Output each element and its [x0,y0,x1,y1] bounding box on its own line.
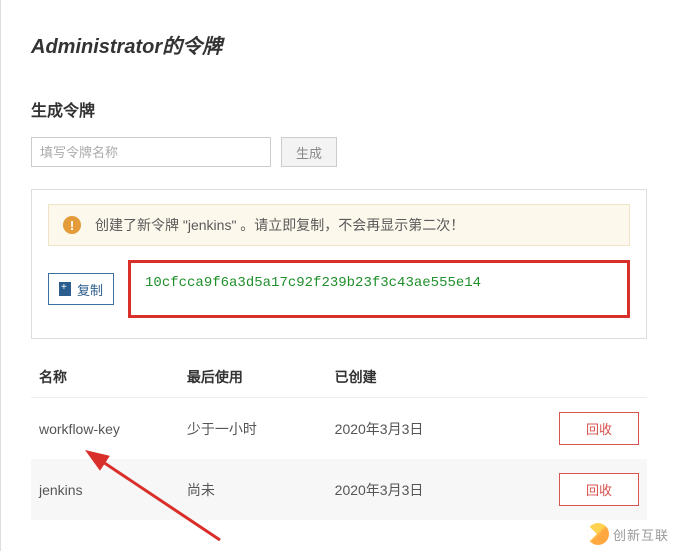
token-created-alert: ! 创建了新令牌 "jenkins" 。请立即复制，不会再显示第二次！ [48,204,630,246]
page-title: Administrator的令牌 [31,30,647,59]
copy-button[interactable]: 复制 [48,273,114,305]
token-name-input[interactable] [31,137,271,167]
generate-section-title: 生成令牌 [31,97,647,121]
token-highlight-box: 10cfcca9f6a3d5a17c92f239b23f3c43ae555e14 [128,260,630,318]
cell-name: workflow-key [31,398,179,460]
cell-last-used: 少于一小时 [179,398,327,460]
col-header-name: 名称 [31,357,179,398]
watermark-text: 创新互联 [613,525,669,544]
cell-created: 2020年3月3日 [327,459,512,520]
page-title-suffix: 的令牌 [162,36,222,58]
watermark: 创新互联 [587,523,669,545]
cell-created: 2020年3月3日 [327,398,512,460]
token-value[interactable]: 10cfcca9f6a3d5a17c92f239b23f3c43ae555e14 [145,275,481,291]
copy-button-label: 复制 [77,280,103,299]
alert-message: 创建了新令牌 "jenkins" 。请立即复制，不会再显示第二次！ [95,215,464,235]
cell-name: jenkins [31,459,179,520]
page-title-prefix: Administrator [31,36,162,58]
recycle-button[interactable]: 回收 [559,412,639,445]
recycle-button[interactable]: 回收 [559,473,639,506]
col-header-last-used: 最后使用 [179,357,327,398]
generate-token-row: 生成 [31,137,647,167]
generate-button[interactable]: 生成 [281,137,337,167]
col-header-created: 已创建 [327,357,512,398]
col-header-action [511,357,647,398]
table-row: jenkins 尚未 2020年3月3日 回收 [31,459,647,520]
token-panel: ! 创建了新令牌 "jenkins" 。请立即复制，不会再显示第二次！ 复制 1… [31,189,647,339]
cell-last-used: 尚未 [179,459,327,520]
watermark-icon [587,523,609,545]
token-value-row: 复制 10cfcca9f6a3d5a17c92f239b23f3c43ae555… [48,260,630,318]
copy-icon [59,282,71,296]
warning-icon: ! [63,216,81,234]
tokens-table: 名称 最后使用 已创建 workflow-key 少于一小时 2020年3月3日… [31,357,647,520]
table-row: workflow-key 少于一小时 2020年3月3日 回收 [31,398,647,460]
